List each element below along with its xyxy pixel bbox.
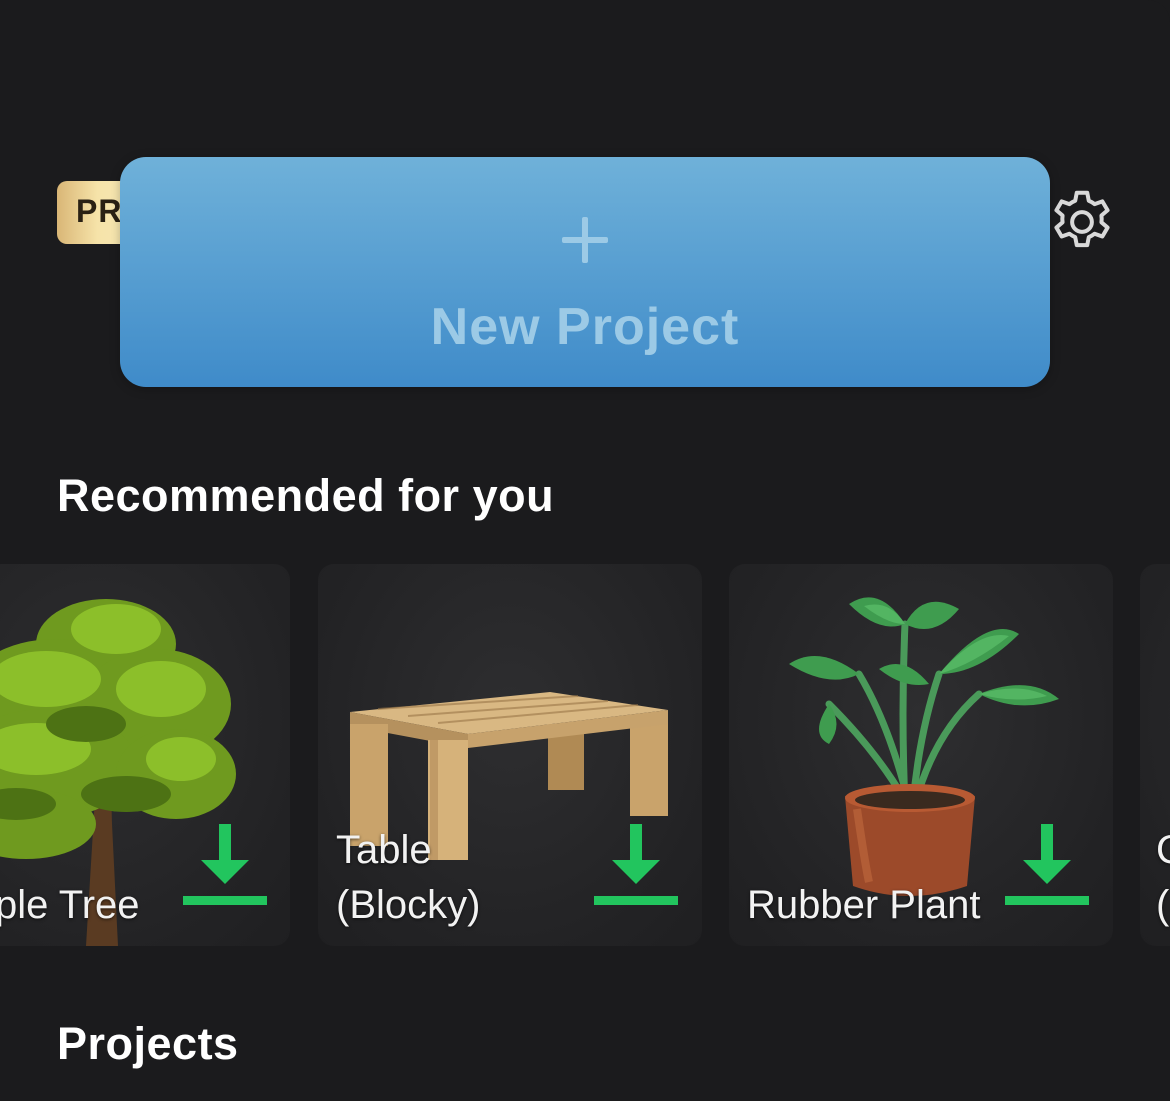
settings-button[interactable]	[1040, 180, 1124, 264]
download-icon[interactable]	[1005, 822, 1089, 908]
recommended-card-rubber-plant[interactable]: Rubber Plant	[729, 564, 1113, 946]
projects-title: Projects	[57, 1018, 239, 1069]
card-name: Rubber Plant	[747, 883, 981, 927]
recommended-card-partial[interactable]: C (	[1140, 564, 1170, 946]
card-name-line1: Table	[336, 828, 432, 872]
recommended-title: Recommended for you	[57, 470, 555, 521]
new-project-button[interactable]: New Project	[120, 157, 1050, 387]
recommended-card-tree[interactable]: ple Tree	[0, 564, 290, 946]
new-project-label: New Project	[430, 298, 740, 356]
card-name-line2: (Blocky)	[336, 883, 481, 927]
plus-icon	[562, 217, 608, 263]
gear-icon	[1054, 190, 1110, 248]
card-name: ple Tree	[0, 883, 140, 927]
recommended-card-table[interactable]: Table (Blocky)	[318, 564, 702, 946]
card-name-line1: C	[1156, 822, 1170, 878]
download-icon[interactable]	[183, 822, 267, 908]
download-icon[interactable]	[594, 822, 678, 908]
card-name-line2: (	[1156, 883, 1170, 927]
home-screen: PRO New Project Recommended for you ple …	[0, 0, 1170, 1101]
